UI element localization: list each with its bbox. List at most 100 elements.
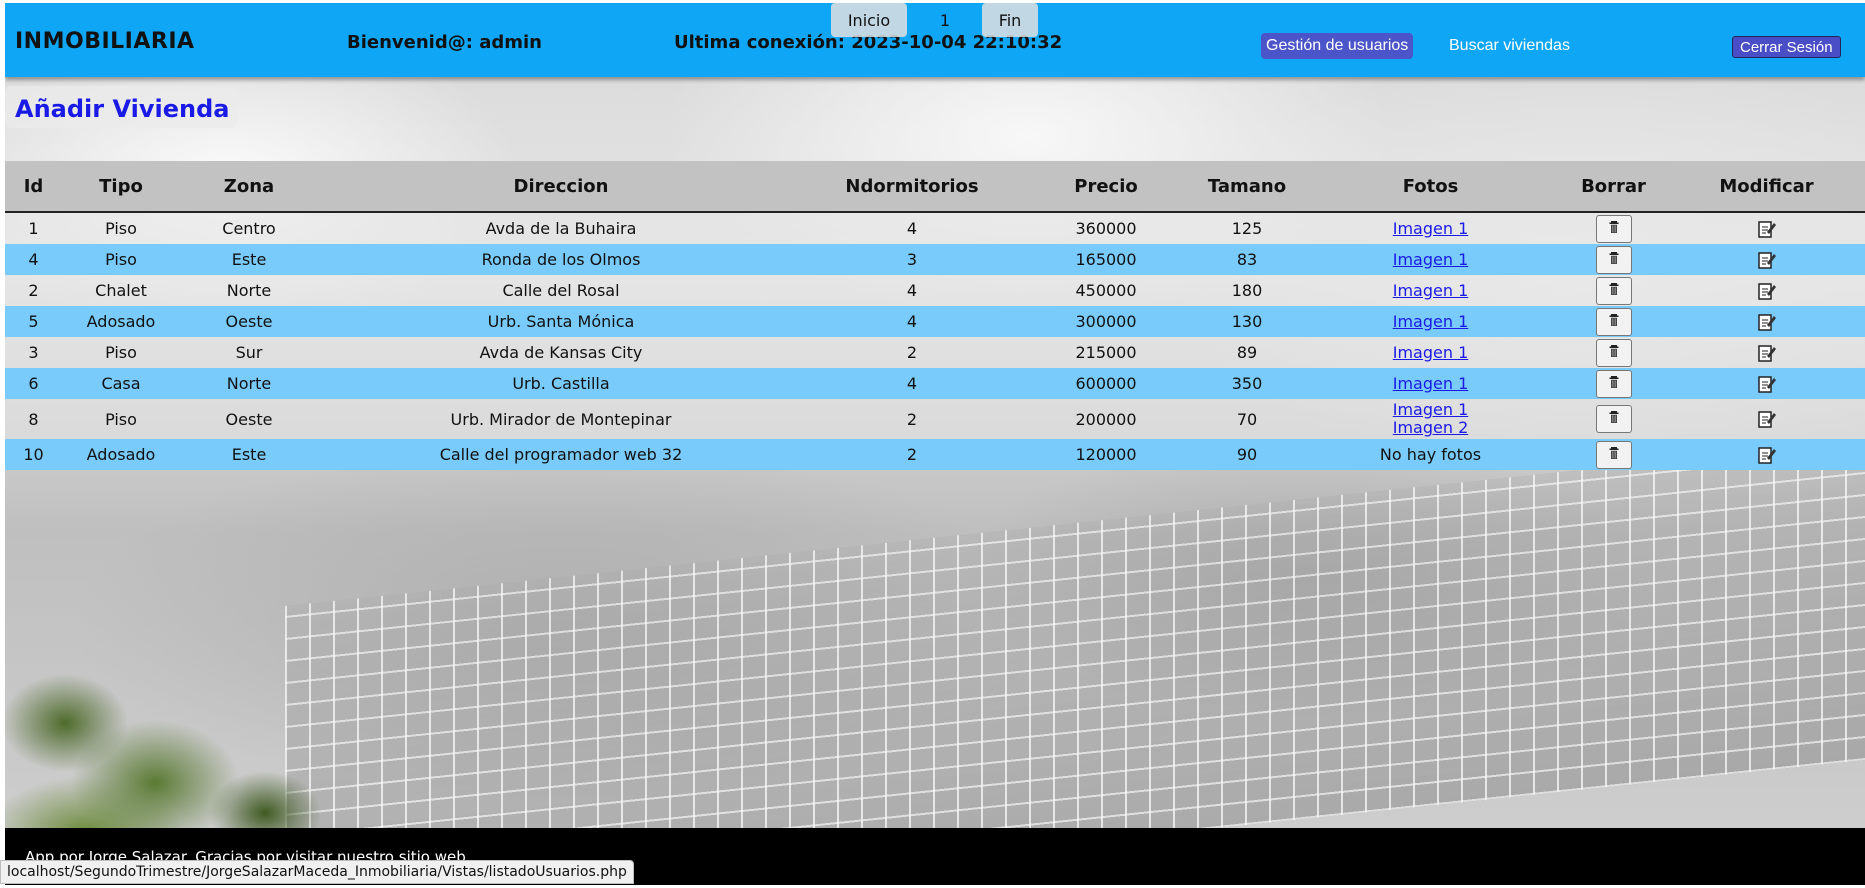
cell-modificar xyxy=(1668,275,1865,306)
add-home-card: Añadir Vivienda xyxy=(5,86,237,128)
trash-icon xyxy=(1608,343,1620,363)
column-header: Fotos xyxy=(1302,161,1559,213)
photo-link[interactable]: Imagen 1 xyxy=(1302,312,1559,331)
column-header: Precio xyxy=(1020,161,1192,213)
edit-icon[interactable] xyxy=(1757,409,1777,429)
cell-zona: Sur xyxy=(235,343,263,362)
cell-borrar xyxy=(1559,306,1668,337)
pagination-last-button[interactable]: Fin xyxy=(982,3,1038,37)
cell-id: 4 xyxy=(28,250,39,269)
cell-zona: Oeste xyxy=(225,409,273,429)
no-photos-text: No hay fotos xyxy=(1379,445,1482,464)
cell-ndorm: 4 xyxy=(906,281,918,300)
brand-title: INMOBILIARIA xyxy=(15,29,195,54)
table-header-row: Id Tipo Zona Direccion Ndormitorios Precio Tam… xyxy=(5,161,1865,213)
cell-precio: 120000 xyxy=(1075,445,1137,464)
delete-button[interactable] xyxy=(1595,245,1632,274)
delete-button[interactable] xyxy=(1595,338,1632,367)
cell-direccion: Calle del programador web 32 xyxy=(439,445,683,464)
table-row: 3 Piso Sur Avda de Kansas City 2 215000 89 Imag… xyxy=(5,337,1865,368)
cell-borrar xyxy=(1559,439,1668,470)
cell-modificar xyxy=(1668,368,1865,399)
cell-tipo: Casa xyxy=(101,374,141,393)
cell-tamano: 90 xyxy=(1236,445,1258,464)
cell-precio: 300000 xyxy=(1075,312,1137,331)
column-header: Borrar xyxy=(1559,161,1668,213)
background-image-scaffolding xyxy=(285,439,1865,885)
cell-fotos: Imagen 1 xyxy=(1302,275,1559,306)
cell-zona: Este xyxy=(231,250,267,269)
cell-borrar xyxy=(1559,368,1668,399)
cell-direccion: Avda de la Buhaira xyxy=(485,219,637,238)
welcome-text: Bienvenid@: admin xyxy=(347,32,542,53)
photo-link[interactable]: Imagen 1 xyxy=(1302,401,1559,419)
cell-tipo: Piso xyxy=(105,219,137,238)
add-home-link[interactable]: Añadir Vivienda xyxy=(15,95,229,123)
trash-icon xyxy=(1608,312,1620,332)
cell-zona: Oeste xyxy=(225,312,273,331)
cell-tamano: 83 xyxy=(1236,250,1258,269)
cell-tamano: 350 xyxy=(1231,374,1263,393)
cell-modificar xyxy=(1668,244,1865,275)
table-row: 4 Piso Este Ronda de los Olmos 3 165000 83 Imag… xyxy=(5,244,1865,275)
column-header: Zona xyxy=(180,161,318,213)
delete-button[interactable] xyxy=(1595,214,1632,243)
logout-button[interactable]: Cerrar Sesión xyxy=(1732,36,1841,58)
edit-icon[interactable] xyxy=(1757,445,1777,465)
trash-icon xyxy=(1608,250,1620,270)
cell-precio: 215000 xyxy=(1075,343,1137,362)
cell-modificar xyxy=(1668,212,1865,244)
edit-icon[interactable] xyxy=(1757,250,1777,270)
table-row: 2 Chalet Norte Calle del Rosal 4 450000 180 Ima… xyxy=(5,275,1865,306)
nav-user-management-link[interactable]: Gestión de usuarios xyxy=(1261,33,1414,59)
photo-link[interactable]: Imagen 1 xyxy=(1302,343,1559,362)
cell-tipo: Piso xyxy=(105,343,137,362)
browser-status-bar: localhost/SegundoTrimestre/JorgeSalazarM… xyxy=(0,860,634,884)
edit-icon[interactable] xyxy=(1757,281,1777,301)
cell-tipo: Piso xyxy=(105,250,137,269)
photo-link[interactable]: Imagen 1 xyxy=(1302,250,1559,269)
cell-ndorm: 3 xyxy=(906,250,918,269)
table-body: 1 Piso Centro Avda de la Buhaira 4 360000 125 I… xyxy=(5,212,1865,470)
photo-link[interactable]: Imagen 1 xyxy=(1302,219,1559,238)
cell-modificar xyxy=(1668,337,1865,368)
edit-icon[interactable] xyxy=(1757,343,1777,363)
cell-fotos: Imagen 1 xyxy=(1302,244,1559,275)
cell-ndorm: 2 xyxy=(906,409,918,429)
photo-link[interactable]: Imagen 1 xyxy=(1302,281,1559,300)
delete-button[interactable] xyxy=(1595,440,1632,469)
trash-icon xyxy=(1608,281,1620,301)
trash-icon xyxy=(1608,409,1620,429)
cell-precio: 165000 xyxy=(1075,250,1137,269)
nav-search-homes-link[interactable]: Buscar viviendas xyxy=(1449,37,1570,55)
table-row: 10 Adosado Este Calle del programador web 3… xyxy=(5,439,1865,470)
edit-icon[interactable] xyxy=(1757,219,1777,239)
cell-tipo: Adosado xyxy=(86,312,156,331)
pagination-first-button[interactable]: Inicio xyxy=(831,3,907,37)
page-frame: INMOBILIARIA Bienvenid@: admin Ultima co… xyxy=(5,3,1865,885)
cell-direccion: Ronda de los Olmos xyxy=(481,250,641,269)
photo-link[interactable]: Imagen 1 xyxy=(1302,374,1559,393)
cell-id: 6 xyxy=(28,374,39,393)
photo-link[interactable]: Imagen 2 xyxy=(1302,419,1559,437)
delete-button[interactable] xyxy=(1595,369,1632,398)
table-row: 6 Casa Norte Urb. Castilla 4 600000 350 Imagen … xyxy=(5,368,1865,399)
cell-zona: Norte xyxy=(226,374,272,393)
table-row: 1 Piso Centro Avda de la Buhaira 4 360000 125 I… xyxy=(5,212,1865,244)
column-header: Id xyxy=(5,161,62,213)
cell-precio: 360000 xyxy=(1075,219,1137,238)
cell-id: 5 xyxy=(28,312,39,331)
cell-tamano: 130 xyxy=(1231,312,1263,331)
pagination-current-page[interactable]: 1 xyxy=(927,3,963,37)
edit-icon[interactable] xyxy=(1757,374,1777,394)
delete-button[interactable] xyxy=(1595,405,1632,433)
cell-fotos: Imagen 1 xyxy=(1302,212,1559,244)
cell-zona: Este xyxy=(231,445,267,464)
cell-direccion: Urb. Mirador de Montepinar xyxy=(450,409,672,429)
delete-button[interactable] xyxy=(1595,307,1632,336)
cell-id: 3 xyxy=(28,343,39,362)
delete-button[interactable] xyxy=(1595,276,1632,305)
edit-icon[interactable] xyxy=(1757,312,1777,332)
cell-ndorm: 2 xyxy=(906,343,918,362)
cell-id: 8 xyxy=(28,409,39,429)
